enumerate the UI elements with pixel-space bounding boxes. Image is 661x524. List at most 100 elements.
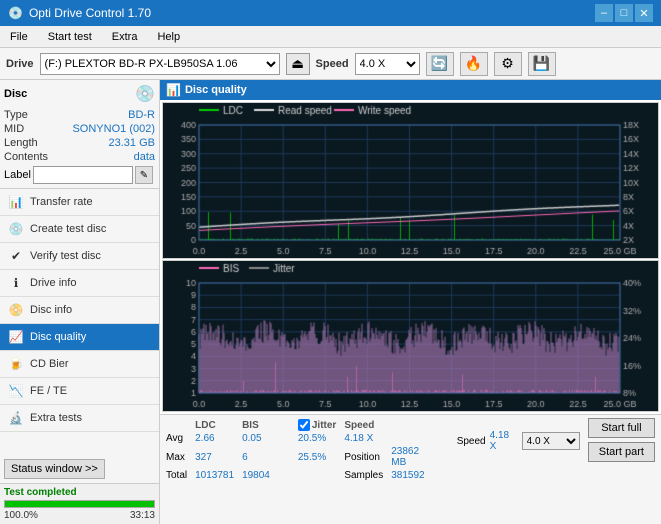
cd-bier-icon: 🍺 [8,356,24,372]
speed-label: Speed [316,58,349,70]
drive-info-icon: ℹ [8,275,24,291]
total-ldc: 1013781 [195,469,242,482]
bottom-chart [163,261,658,411]
max-bis: 6 [242,445,278,469]
right-content: 📊 Disc quality LDC [160,80,661,524]
sidebar-item-cd-bier[interactable]: 🍺 CD Bier [0,351,159,378]
sidebar-item-create-test-disc[interactable]: 💿 Create test disc [0,216,159,243]
close-button[interactable]: ✕ [635,4,653,22]
chart-header-icon: 📊 [166,83,181,97]
col-bis: BIS [242,418,278,432]
sidebar-item-label: Disc quality [30,331,86,343]
app-icon: 💿 [8,6,23,20]
time-display: 33:13 [130,510,155,521]
create-test-disc-icon: 💿 [8,221,24,237]
avg-speed: 4.18 X [344,432,391,445]
avg-label: Avg [166,432,195,445]
avg-bis: 0.05 [242,432,278,445]
speed-display-value: 4.18 X [490,430,518,452]
menu-file[interactable]: File [4,30,34,44]
progress-bar-outer [4,500,155,508]
sidebar-item-label: Verify test disc [30,250,101,262]
charts-area [160,100,661,414]
maximize-button[interactable]: □ [615,4,633,22]
fe-te-icon: 📉 [8,383,24,399]
top-chart [163,103,658,258]
settings-button[interactable]: ⚙ [494,52,522,76]
title-bar: 💿 Opti Drive Control 1.70 – □ ✕ [0,0,661,26]
sidebar-item-label: CD Bier [30,358,69,370]
avg-jitter: 20.5% [298,432,344,445]
sidebar-item-label: Disc info [30,304,72,316]
label-input[interactable] [33,166,133,184]
bottom-chart-wrapper [162,260,659,412]
disc-icon: 💿 [135,84,155,104]
top-chart-wrapper [162,102,659,259]
disc-panel: Disc 💿 Type BD-R MID SONYNO1 (002) Lengt… [0,80,159,189]
total-bis: 19804 [242,469,278,482]
jitter-checkbox[interactable] [298,419,310,431]
speed-display-label: Speed [457,436,486,447]
verify-test-disc-icon: ✔ [8,248,24,264]
contents-label: Contents [4,151,48,163]
sidebar: Disc 💿 Type BD-R MID SONYNO1 (002) Lengt… [0,80,160,524]
stats-table: LDC BIS Jitter Speed Avg [166,418,439,482]
max-ldc: 327 [195,445,242,469]
sidebar-item-drive-info[interactable]: ℹ Drive info [0,270,159,297]
label-edit-button[interactable]: ✎ [135,166,153,184]
max-jitter: 25.5% [298,445,344,469]
chart-header: 📊 Disc quality [160,80,661,100]
menu-start-test[interactable]: Start test [42,30,98,44]
menu-extra[interactable]: Extra [106,30,144,44]
sidebar-item-label: Drive info [30,277,76,289]
type-label: Type [4,109,28,121]
samples-value: 381592 [391,469,438,482]
sidebar-item-verify-test-disc[interactable]: ✔ Verify test disc [0,243,159,270]
save-button[interactable]: 💾 [528,52,556,76]
start-part-button[interactable]: Start part [588,442,655,462]
disc-quality-icon: 📈 [8,329,24,345]
refresh-button[interactable]: 🔄 [426,52,454,76]
menu-help[interactable]: Help [151,30,186,44]
sidebar-item-fe-te[interactable]: 📉 FE / TE [0,378,159,405]
sidebar-item-disc-quality[interactable]: 📈 Disc quality [0,324,159,351]
drive-label: Drive [6,58,34,70]
samples-label: Samples [344,469,391,482]
status-window-button[interactable]: Status window >> [4,459,105,479]
mid-value: SONYNO1 (002) [72,123,155,135]
avg-ldc: 2.66 [195,432,242,445]
stats-area: LDC BIS Jitter Speed Avg [160,414,661,524]
sidebar-item-label: Create test disc [30,223,106,235]
sidebar-item-extra-tests[interactable]: 🔬 Extra tests [0,405,159,432]
extra-tests-icon: 🔬 [8,410,24,426]
chart-title: Disc quality [185,84,247,96]
progress-bar-inner [5,501,154,507]
status-bottom: Test completed 100.0% 33:13 [0,483,159,524]
sidebar-item-disc-info[interactable]: 📀 Disc info [0,297,159,324]
max-label: Max [166,445,195,469]
start-full-button[interactable]: Start full [588,418,655,438]
burn-button[interactable]: 🔥 [460,52,488,76]
col-ldc: LDC [195,418,242,432]
menu-bar: File Start test Extra Help [0,26,661,48]
eject-button[interactable]: ⏏ [286,53,310,75]
drive-select[interactable]: (F:) PLEXTOR BD-R PX-LB950SA 1.06 [40,53,280,75]
col-speed: Speed [344,418,391,432]
sidebar-item-label: FE / TE [30,385,67,397]
minimize-button[interactable]: – [595,4,613,22]
position-label: Position [344,445,391,469]
main-content: Disc 💿 Type BD-R MID SONYNO1 (002) Lengt… [0,80,661,524]
sidebar-item-label: Extra tests [30,412,82,424]
speed-display-select[interactable]: 4.0 X [522,432,580,450]
transfer-rate-icon: 📊 [8,194,24,210]
progress-pct: 100.0% [4,510,38,521]
drive-toolbar: Drive (F:) PLEXTOR BD-R PX-LB950SA 1.06 … [0,48,661,80]
sidebar-item-transfer-rate[interactable]: 📊 Transfer rate [0,189,159,216]
length-value: 23.31 GB [109,137,155,149]
label-label: Label [4,169,31,181]
mid-label: MID [4,123,24,135]
action-buttons: Start full Start part [588,418,655,462]
length-label: Length [4,137,38,149]
total-label: Total [166,469,195,482]
speed-select[interactable]: 4.0 X 2.0 X 8.0 X [355,53,420,75]
